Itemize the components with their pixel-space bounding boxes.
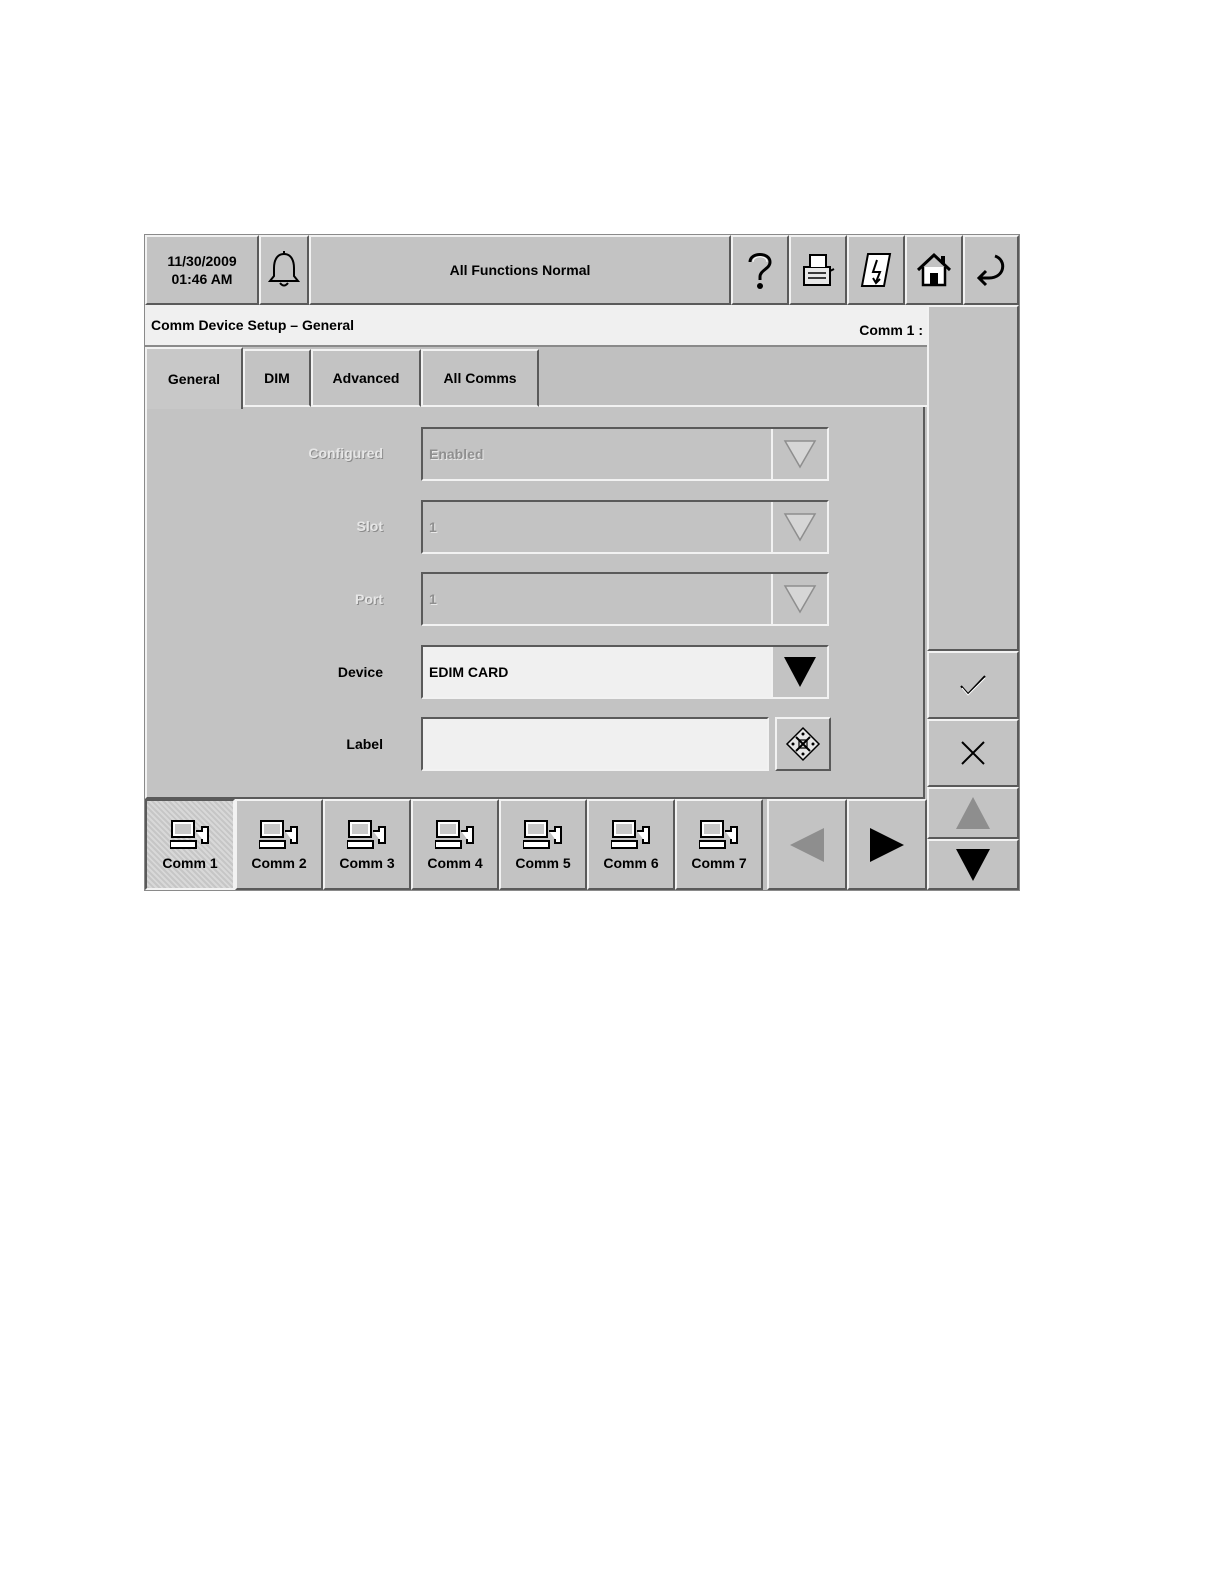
computer-icon	[611, 819, 650, 849]
printer-icon	[803, 254, 835, 286]
comm-6-label: Comm 6	[603, 854, 659, 871]
comm-2-button[interactable]: Comm 2	[235, 799, 323, 890]
comm-2-label: Comm 2	[251, 854, 307, 871]
reports-button[interactable]	[847, 235, 905, 305]
label-label: Label	[346, 736, 383, 752]
computer-icon	[347, 819, 386, 849]
keyboard-icon	[785, 726, 821, 762]
comm-5-label: Comm 5	[515, 854, 571, 871]
comm-4-button[interactable]: Comm 4	[411, 799, 499, 890]
arrow-up-icon	[956, 797, 990, 829]
close-icon	[961, 741, 985, 765]
chevron-down-icon	[783, 585, 817, 614]
configured-dropdown[interactable]: Enabled	[421, 427, 829, 481]
tab-dim-label: DIM	[264, 370, 290, 386]
tab-general[interactable]: General	[145, 347, 243, 409]
page-title: Comm Device Setup – General	[151, 317, 355, 333]
tab-advanced[interactable]: Advanced	[311, 349, 421, 407]
tab-advanced-label: Advanced	[332, 370, 400, 386]
help-icon	[748, 253, 772, 289]
port-dropdown[interactable]: 1	[421, 572, 829, 626]
chevron-down-icon	[784, 657, 816, 687]
comm-indicator: Comm 1 :	[859, 322, 923, 338]
help-button[interactable]	[731, 235, 789, 305]
previous-page-button[interactable]	[767, 799, 847, 890]
computer-icon	[170, 819, 209, 849]
comm-3-label: Comm 3	[339, 854, 395, 871]
comm-3-button[interactable]: Comm 3	[323, 799, 411, 890]
tab-all-comms-label: All Comms	[443, 370, 517, 386]
next-page-button[interactable]	[847, 799, 927, 890]
home-icon	[916, 252, 952, 287]
status-banner: All Functions Normal	[309, 235, 731, 305]
comm-4-label: Comm 4	[427, 854, 483, 871]
back-icon	[976, 254, 1005, 287]
computer-icon	[699, 819, 738, 849]
device-dropdown[interactable]: EDIM CARD	[421, 645, 829, 699]
arrow-down-icon	[956, 848, 990, 881]
slot-label: Slot	[356, 518, 383, 534]
keyboard-button[interactable]	[775, 717, 831, 771]
computer-icon	[523, 819, 562, 849]
side-blank-panel	[927, 305, 1019, 651]
comm-5-button[interactable]: Comm 5	[499, 799, 587, 890]
device-value: EDIM CARD	[429, 664, 509, 680]
comm-6-button[interactable]: Comm 6	[587, 799, 675, 890]
port-value: 1	[429, 591, 437, 607]
computer-icon	[435, 819, 474, 849]
scroll-up-button[interactable]	[927, 787, 1019, 839]
tab-general-label: General	[167, 371, 221, 387]
label-input[interactable]	[421, 717, 769, 771]
computer-icon	[259, 819, 298, 849]
chevron-down-icon	[783, 513, 817, 542]
back-button[interactable]	[963, 235, 1019, 305]
configured-label: Configured	[308, 445, 383, 461]
time-text: 01:46 AM	[171, 271, 233, 287]
comm-1-button[interactable]: Comm 1	[145, 799, 235, 890]
general-form-panel: Configured Enabled Slot 1 Port 1 Device …	[145, 407, 925, 799]
chevron-down-icon	[783, 440, 817, 469]
device-setup-screen: 11/30/2009 01:46 AM All Functions Normal	[144, 234, 1020, 891]
tab-all-comms[interactable]: All Comms	[421, 349, 539, 407]
comm-7-label: Comm 7	[691, 854, 747, 871]
port-dropdown-button[interactable]	[771, 574, 827, 624]
status-text: All Functions Normal	[449, 262, 591, 278]
device-dropdown-button[interactable]	[771, 647, 827, 697]
device-label: Device	[337, 664, 383, 680]
print-button[interactable]	[789, 235, 847, 305]
cancel-button[interactable]	[927, 719, 1019, 787]
arrow-right-icon	[870, 827, 904, 862]
scroll-down-button[interactable]	[927, 839, 1019, 890]
alarm-button[interactable]	[259, 235, 309, 305]
datetime-display: 11/30/2009 01:46 AM	[145, 235, 259, 305]
configured-value: Enabled	[429, 446, 484, 462]
accept-button[interactable]	[927, 651, 1019, 719]
comm-7-button[interactable]: Comm 7	[675, 799, 763, 890]
comm-1-label: Comm 1	[162, 854, 218, 871]
checkmark-icon	[960, 675, 986, 696]
slot-dropdown-button[interactable]	[771, 502, 827, 552]
report-icon	[860, 253, 892, 287]
slot-value: 1	[429, 519, 437, 535]
tab-dim[interactable]: DIM	[243, 349, 311, 407]
bell-icon	[267, 251, 301, 287]
arrow-left-icon	[790, 827, 824, 862]
title-bar: Comm Device Setup – General Comm 1 :	[145, 305, 927, 347]
port-label: Port	[355, 591, 383, 607]
slot-dropdown[interactable]: 1	[421, 500, 829, 554]
date-text: 11/30/2009	[167, 253, 237, 269]
configured-dropdown-button[interactable]	[771, 429, 827, 479]
tab-strip-filler	[539, 347, 927, 407]
home-button[interactable]	[905, 235, 963, 305]
